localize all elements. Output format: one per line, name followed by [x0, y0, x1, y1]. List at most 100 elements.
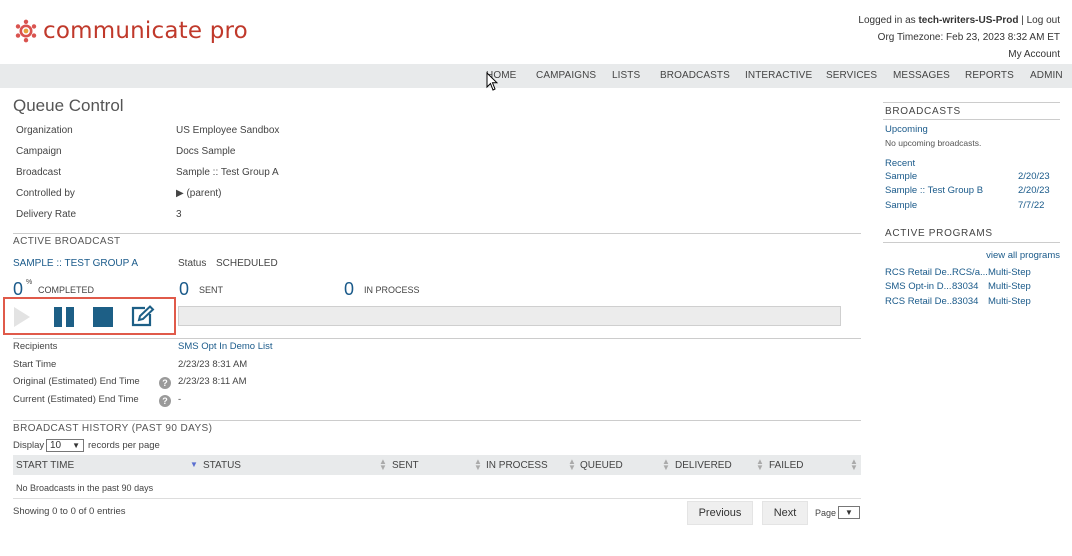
recent-item[interactable]: Sample	[885, 200, 917, 211]
program-type: Multi-Step	[988, 296, 1031, 307]
stop-icon[interactable]	[93, 307, 113, 327]
login-line: Logged in as tech-writers-US-Prod | Log …	[858, 15, 1060, 26]
broadcast-link[interactable]: Sample :: Test Group A	[176, 167, 279, 178]
username: tech-writers-US-Prod	[918, 15, 1019, 26]
help-icon[interactable]: ?	[159, 377, 171, 389]
chevron-down-icon: ▼	[845, 508, 853, 517]
recent-link[interactable]: Recent	[885, 158, 915, 169]
divider	[13, 420, 861, 421]
info-label-campaign: Campaign	[16, 146, 62, 157]
logo-mark-icon	[15, 19, 37, 43]
program-name[interactable]: RCS Retail De...	[885, 267, 955, 278]
help-icon[interactable]: ?	[159, 395, 171, 407]
upcoming-link[interactable]: Upcoming	[885, 124, 928, 135]
nav-interactive[interactable]: INTERACTIVE	[745, 70, 812, 81]
sent-label: SENT	[199, 285, 224, 295]
active-programs-heading: ACTIVE PROGRAMS	[885, 228, 993, 239]
sidebar-broadcasts-heading: BROADCASTS	[885, 106, 961, 117]
col-delivered[interactable]: DELIVERED	[675, 460, 732, 471]
program-code: 83034	[952, 281, 979, 292]
mouse-cursor-icon	[486, 72, 498, 91]
per-page-select[interactable]: 10 ▼	[46, 439, 84, 452]
showing-entries: Showing 0 to 0 of 0 entries	[13, 506, 126, 517]
progress-bar	[178, 306, 841, 326]
program-name[interactable]: SMS Opt-in D...	[885, 281, 952, 292]
play-icon[interactable]	[13, 307, 31, 327]
brand-logo[interactable]: communicate pro	[14, 18, 248, 44]
nav-messages[interactable]: MESSAGES	[893, 70, 950, 81]
original-end-time-value: 2/23/23 8:11 AM	[178, 376, 247, 387]
col-status[interactable]: STATUS	[203, 460, 241, 471]
account-area: Logged in as tech-writers-US-Prod | Log …	[858, 12, 1060, 63]
nav-admin[interactable]: ADMIN	[1030, 70, 1063, 81]
nav-reports[interactable]: REPORTS	[965, 70, 1014, 81]
edit-icon[interactable]	[131, 305, 155, 327]
divider	[883, 102, 1060, 103]
divider	[883, 242, 1060, 243]
active-broadcast-link[interactable]: SAMPLE :: TEST GROUP A	[13, 258, 138, 269]
completed-label: COMPLETED	[38, 285, 95, 295]
nav-campaigns[interactable]: CAMPAIGNS	[536, 70, 596, 81]
divider	[13, 338, 861, 339]
pause-icon[interactable]	[54, 307, 74, 327]
recipients-label: Recipients	[13, 341, 58, 352]
program-code: 83034	[952, 296, 979, 307]
recent-item[interactable]: Sample :: Test Group B	[885, 185, 983, 196]
history-heading: BROADCAST HISTORY (PAST 90 DAYS)	[13, 423, 213, 434]
col-failed[interactable]: FAILED	[769, 460, 803, 471]
empty-message: No Broadcasts in the past 90 days	[16, 483, 154, 493]
col-in-process[interactable]: IN PROCESS	[486, 460, 548, 471]
info-label-delivery-rate: Delivery Rate	[16, 209, 77, 220]
col-start-time[interactable]: START TIME	[16, 460, 74, 471]
parent-link[interactable]: ▶ (parent)	[176, 188, 221, 199]
sort-icon[interactable]: ▲ ▼	[379, 458, 387, 472]
nav-broadcasts[interactable]: BROADCASTS	[660, 70, 730, 81]
program-code: RCS/a...	[952, 267, 988, 278]
recent-item-date: 7/7/22	[1018, 200, 1045, 211]
previous-button[interactable]: Previous	[687, 501, 753, 525]
original-end-time-label: Original (Estimated) End Time	[13, 376, 140, 387]
campaign-link[interactable]: Docs Sample	[176, 146, 235, 157]
nav-services[interactable]: SERVICES	[826, 70, 877, 81]
info-label-organization: Organization	[16, 125, 73, 136]
program-type: Multi-Step	[988, 267, 1031, 278]
recent-item-date: 2/20/23	[1018, 171, 1050, 182]
in-process-number: 0	[344, 279, 355, 299]
chevron-down-icon: ▼	[72, 441, 80, 450]
col-queued[interactable]: QUEUED	[580, 460, 623, 471]
sort-icon[interactable]: ▲ ▼	[850, 458, 858, 472]
sort-icon[interactable]: ▲ ▼	[474, 458, 482, 472]
table-empty-row: No Broadcasts in the past 90 days	[13, 476, 861, 499]
brand-name: communicate pro	[43, 18, 248, 44]
info-value-delivery-rate: 3	[176, 209, 182, 220]
display-label: Display	[13, 440, 45, 451]
page-select[interactable]: ▼	[838, 506, 860, 519]
queue-controls-highlight	[3, 297, 176, 335]
sort-desc-icon[interactable]: ▼	[190, 461, 198, 469]
col-sent[interactable]: SENT	[392, 460, 419, 471]
program-name[interactable]: RCS Retail De...	[885, 296, 955, 307]
next-button[interactable]: Next	[762, 501, 808, 525]
sort-icon[interactable]: ▲ ▼	[756, 458, 764, 472]
current-end-time-label: Current (Estimated) End Time	[13, 394, 139, 405]
program-type: Multi-Step	[988, 281, 1031, 292]
divider	[13, 233, 861, 234]
recipients-link[interactable]: SMS Opt In Demo List	[178, 341, 273, 352]
nav-lists[interactable]: LISTS	[612, 70, 640, 81]
sent-number: 0	[179, 279, 190, 299]
history-table-header: START TIME ▼ STATUS ▲ ▼ SENT ▲ ▼ IN PROCES…	[13, 455, 861, 475]
my-account-link[interactable]: My Account	[858, 46, 1060, 63]
logout-link[interactable]: Log out	[1027, 15, 1060, 26]
completed-unit: %	[26, 279, 33, 286]
info-label-controlled-by: Controlled by	[16, 188, 75, 199]
page-label: Page	[815, 508, 837, 518]
sort-icon[interactable]: ▲ ▼	[662, 458, 670, 472]
start-time-label: Start Time	[13, 359, 57, 370]
view-all-programs-link[interactable]: view all programs	[986, 250, 1060, 261]
active-broadcast-heading: ACTIVE BROADCAST	[13, 236, 121, 247]
start-time-value: 2/23/23 8:31 AM	[178, 359, 248, 370]
sort-icon[interactable]: ▲ ▼	[568, 458, 576, 472]
status-label: Status	[178, 258, 207, 269]
recent-item[interactable]: Sample	[885, 171, 917, 182]
current-end-time-value: -	[178, 394, 182, 405]
